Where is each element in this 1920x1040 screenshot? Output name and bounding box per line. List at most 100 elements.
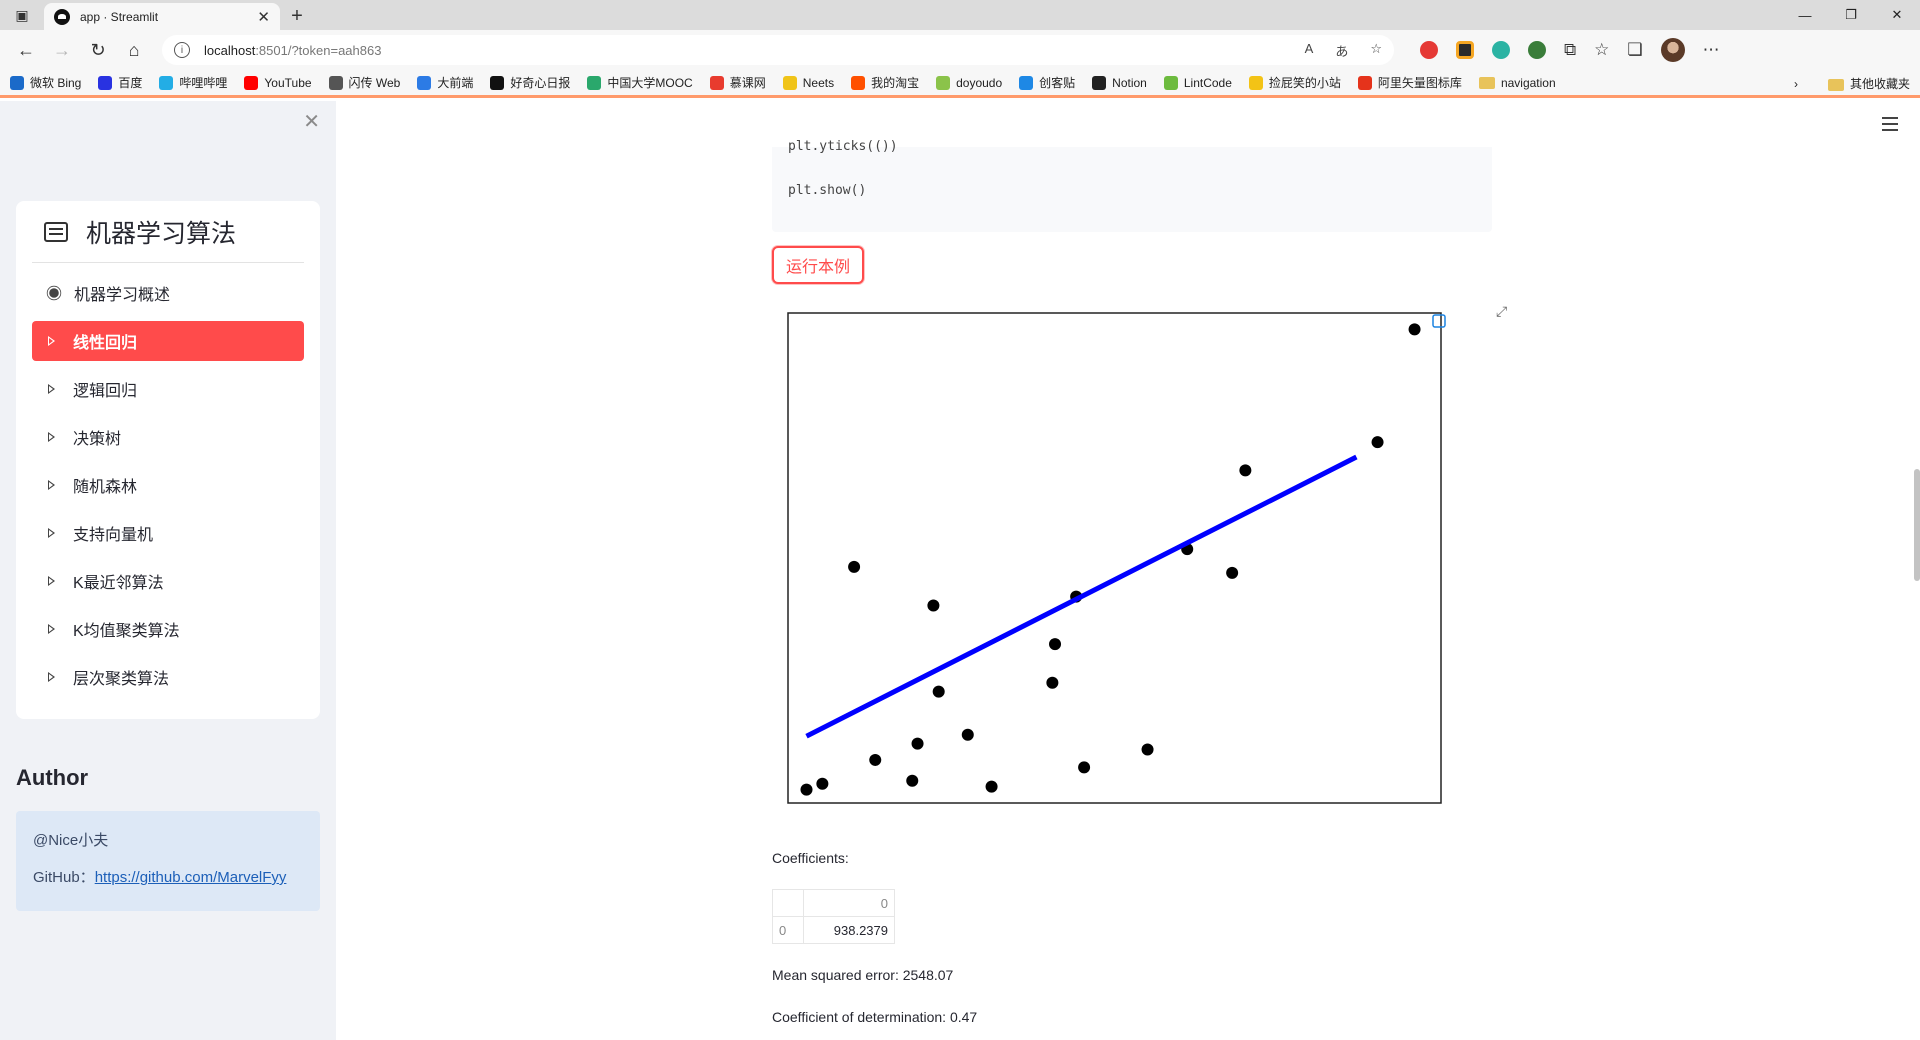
sidebar-item-label: K最近邻算法 [73,575,164,592]
data-point [816,777,829,790]
data-point [1046,676,1059,689]
sidebar-item-label: K均值聚类算法 [73,623,180,640]
tab-actions-icon[interactable]: ▣ [0,0,44,30]
bookmark-icon [1357,75,1372,90]
menu-icon [44,221,68,242]
address-bar[interactable]: i localhost:8501/?token=aah863 A あ ☆ [162,35,1394,65]
bookmarks-bar: 微软 Bing 百度 哔哩哔哩 YouTube 闪传 Web 大前端 好奇心日报 中国大学MO… [0,70,1920,98]
close-sidebar-icon[interactable]: ✕ [303,109,320,134]
forward-icon[interactable]: → [44,34,80,66]
sidebar-item[interactable]: K最近邻算法 [32,561,304,601]
table-row: 0 938.2379 [772,916,895,944]
bookmark-icon [417,75,432,90]
bookmark-item[interactable]: 大前端 [417,74,473,91]
sidebar-item[interactable]: 决策树 [32,417,304,457]
chevron-right-icon[interactable]: › [1794,77,1798,91]
bookmark-icon [244,75,259,90]
favorites-icon[interactable]: ☆ [1594,40,1609,60]
sidebar-item[interactable]: 线性回归 [32,321,304,361]
data-point [800,783,813,796]
table-header-row: 0 [772,889,895,917]
translate-icon[interactable]: あ [1335,41,1348,60]
bookmark-item[interactable]: 好奇心日报 [490,74,570,91]
bookmark-label: 百度 [118,76,143,90]
bookmark-item[interactable]: 闪传 Web [328,74,400,91]
back-icon[interactable]: ← [8,34,44,66]
data-point [1239,464,1252,477]
home-icon[interactable]: ⌂ [116,34,152,66]
extension-icon[interactable] [1456,41,1474,59]
coefficients-table: 0 0 938.2379 [772,889,895,944]
bookmark-label: YouTube [264,75,312,90]
sidebar-item[interactable]: 随机森林 [32,465,304,505]
browser-tab[interactable]: app · Streamlit ✕ [44,3,280,30]
extension-icon[interactable] [1492,41,1510,59]
bookmark-icon [1248,75,1263,90]
sidebar-item[interactable]: 机器学习概述 [32,273,304,313]
sidebar-item[interactable]: 支持向量机 [32,513,304,553]
bookmark-item[interactable]: 捡屁笑的小站 [1248,74,1341,91]
other-bookmarks[interactable]: 其他收藏夹 [1827,75,1910,92]
fullscreen-icon[interactable]: ⤢ [1496,303,1507,320]
bookmark-icon [328,75,343,90]
sidebar-item[interactable]: 层次聚类算法 [32,657,304,697]
regression-plot [787,312,1446,804]
github-link[interactable]: https://github.com/MarvelFyy [95,869,287,886]
close-window-icon[interactable]: ✕ [1874,0,1920,30]
data-point [906,774,919,787]
favorite-add-icon[interactable]: ☆ [1370,41,1382,60]
adblock-extension-icon[interactable] [1420,41,1438,59]
bookmark-label: 创客贴 [1039,76,1076,90]
data-point [932,685,945,698]
bookmark-item[interactable]: 我的淘宝 [851,74,919,91]
sidebar-item[interactable]: 逻辑回归 [32,369,304,409]
collections-icon[interactable]: ❏ [1627,40,1642,60]
caret-right-icon [48,576,55,586]
bookmark-item[interactable]: LintCode [1163,75,1232,90]
table-header-cell: 0 [803,889,895,917]
bookmark-icon [1019,75,1034,90]
more-icon[interactable]: ⋯ [1703,40,1720,60]
restore-icon[interactable]: ❐ [1828,0,1874,30]
extensions-icon[interactable]: ⧉ [1564,40,1576,60]
bookmark-item[interactable]: Neets [782,75,834,90]
run-example-button[interactable]: 运行本例 [772,246,864,284]
plot-frame [787,312,1442,804]
bookmark-label: 大前端 [437,76,474,90]
bookmark-item[interactable]: 创客贴 [1019,74,1075,91]
bookmark-item[interactable]: navigation [1478,75,1556,90]
bookmark-item[interactable]: Notion [1092,75,1147,90]
sidebar-item[interactable]: K均值聚类算法 [32,609,304,649]
browser-tab-bar: ▣ app · Streamlit ✕ + — ❐ ✕ [0,0,1920,30]
bookmark-item[interactable]: YouTube [244,75,312,90]
bookmark-item[interactable]: 慕课网 [709,74,766,91]
bookmark-icon [936,75,951,90]
profile-avatar[interactable] [1660,38,1685,62]
new-tab-button[interactable]: + [280,3,314,30]
close-tab-icon[interactable]: ✕ [257,8,270,26]
read-aloud-icon[interactable]: A [1305,41,1314,60]
bookmark-label: navigation [1500,75,1556,90]
bookmark-item[interactable]: 哔哩哔哩 [159,74,227,91]
bookmark-item[interactable]: doyoudo [936,75,1002,90]
data-point [1226,566,1239,579]
bookmark-item[interactable]: 百度 [98,74,142,91]
refresh-icon[interactable]: ↻ [80,34,116,66]
data-point [848,560,861,573]
sidebar-item-label: 层次聚类算法 [73,671,170,688]
scrollbar-thumb[interactable] [1914,469,1920,581]
code-block: plt.yticks(()) plt.show() [772,139,1492,232]
data-point [869,753,882,766]
tab-title: app · Streamlit [80,9,159,24]
site-info-icon[interactable]: i [174,42,190,58]
bookmark-item[interactable]: 阿里矢量图标库 [1357,74,1462,91]
bookmark-item[interactable]: 中国大学MOOC [587,74,693,91]
bookmark-item[interactable]: 微软 Bing [10,74,81,91]
extension-icon[interactable] [1528,41,1546,59]
menu-header: 机器学习算法 [32,201,304,263]
option-menu: 机器学习算法 机器学习概述 线性回归逻辑回归决策树随机森林支持向量机 K最近邻算法 K… [16,201,320,719]
minimize-icon[interactable]: — [1782,0,1828,30]
hamburger-menu-icon[interactable] [1882,117,1898,135]
bookmark-icon [10,75,24,90]
table-cell: 938.2379 [803,916,895,944]
